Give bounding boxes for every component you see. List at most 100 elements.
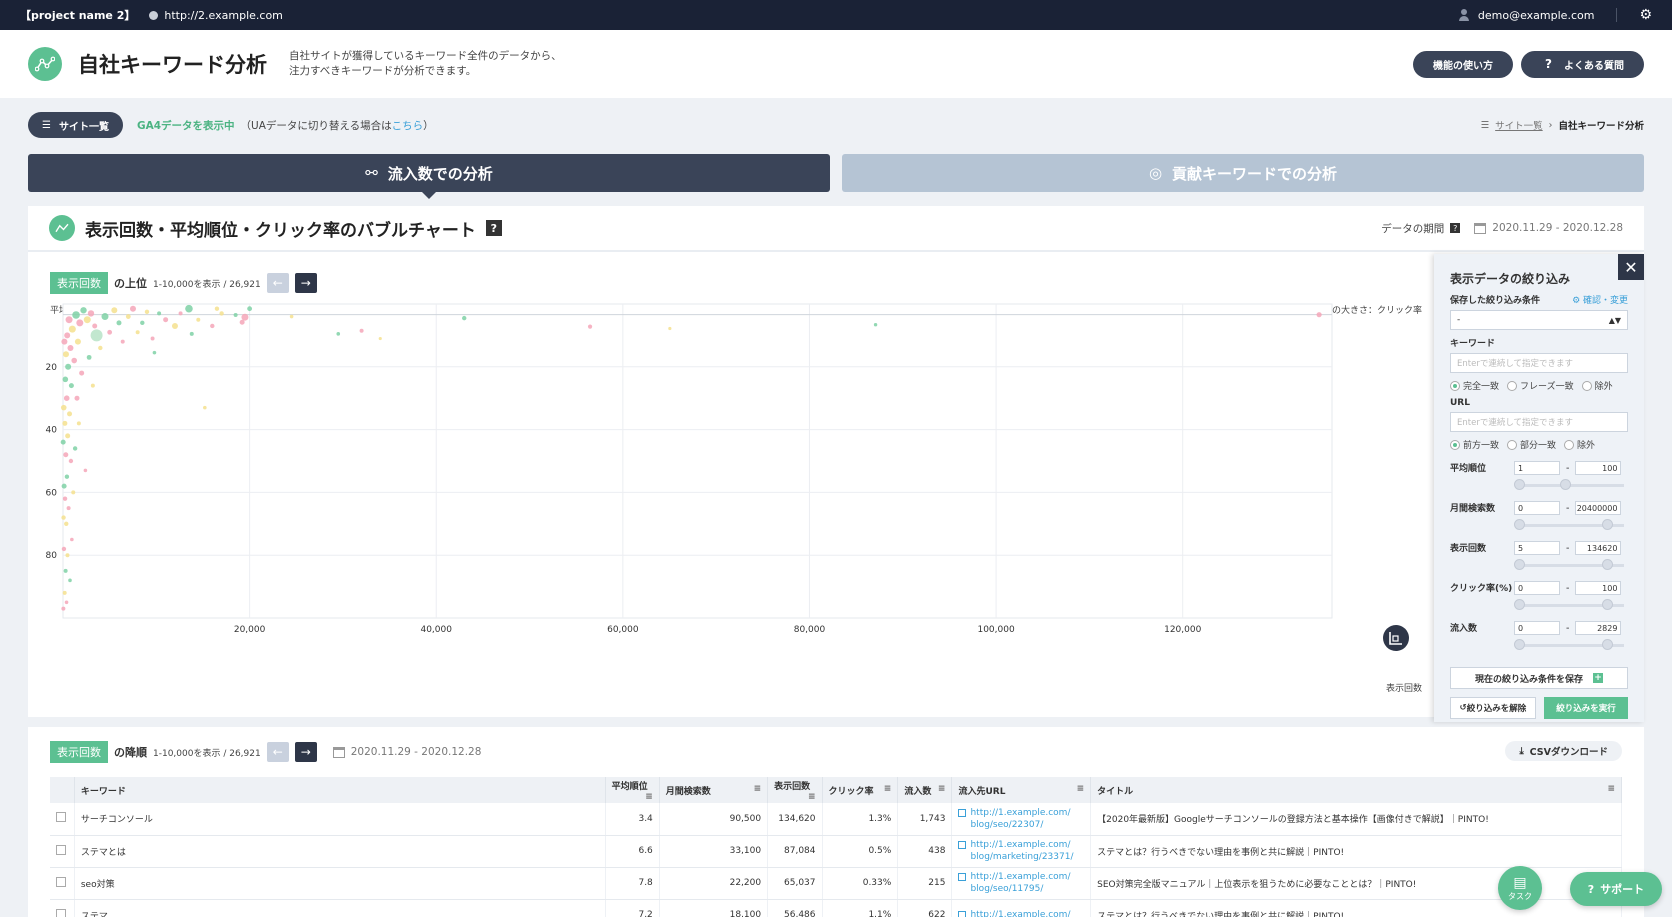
csv-download-button[interactable]: ⤓ CSVダウンロード: [1505, 741, 1622, 761]
data-point[interactable]: [144, 309, 150, 315]
slider-min-handle[interactable]: [1514, 599, 1525, 610]
data-point[interactable]: [196, 317, 201, 322]
data-point[interactable]: [178, 311, 183, 316]
data-point[interactable]: [63, 395, 70, 402]
radio-exclude[interactable]: 除外: [1581, 379, 1613, 392]
data-point[interactable]: [462, 315, 467, 321]
data-point[interactable]: [66, 506, 71, 511]
data-point[interactable]: [65, 433, 71, 439]
table-row[interactable]: ステマ 7.2 18,100 56,486 1.1% 622 http://1.exampl…: [50, 899, 1622, 917]
keyword-cell[interactable]: ステマ: [74, 899, 606, 917]
range-slider[interactable]: [1514, 519, 1628, 531]
data-point[interactable]: [64, 332, 71, 339]
slider-max-handle[interactable]: [1602, 559, 1613, 570]
data-point[interactable]: [140, 320, 145, 326]
data-point[interactable]: [247, 306, 253, 312]
prev-page-button[interactable]: ←: [266, 742, 289, 762]
data-point[interactable]: [233, 312, 238, 317]
column-header[interactable]: 表示回数 ≡: [767, 777, 823, 803]
data-point[interactable]: [171, 322, 178, 329]
data-point[interactable]: [60, 404, 67, 411]
column-header[interactable]: 平均順位 ≡: [605, 777, 660, 803]
slider-max-handle[interactable]: [1602, 639, 1613, 650]
data-point[interactable]: [72, 311, 80, 319]
range-slider[interactable]: [1514, 479, 1628, 491]
slider-max-handle[interactable]: [1602, 519, 1613, 530]
sort-metric-select[interactable]: 表示回数: [50, 741, 108, 763]
radio-prefix[interactable]: 前方一致: [1450, 438, 1499, 451]
data-point[interactable]: [185, 304, 193, 313]
data-point[interactable]: [61, 606, 66, 611]
row-checkbox[interactable]: [56, 876, 66, 887]
data-point[interactable]: [239, 319, 245, 325]
table-row[interactable]: ステマとは 6.6 33,100 87,084 0.5% 438 http://1.exam…: [50, 835, 1622, 868]
range-slider[interactable]: [1514, 639, 1628, 651]
gear-icon[interactable]: ⚙: [1639, 7, 1652, 23]
data-point[interactable]: [125, 314, 131, 319]
data-point[interactable]: [61, 483, 67, 489]
data-point[interactable]: [74, 338, 81, 345]
range-min-input[interactable]: 0: [1514, 621, 1560, 635]
data-point[interactable]: [79, 370, 85, 376]
keyword-input[interactable]: Enterで連続して指定できます: [1450, 353, 1628, 373]
apply-filter-button[interactable]: 絞り込みを実行: [1544, 697, 1628, 719]
data-point[interactable]: [68, 383, 74, 389]
data-point[interactable]: [76, 319, 84, 327]
next-page-button[interactable]: →: [294, 742, 317, 762]
keyword-cell[interactable]: ステマとは: [74, 835, 606, 868]
data-point[interactable]: [68, 578, 72, 583]
data-point[interactable]: [63, 568, 68, 573]
close-icon[interactable]: ✕: [1618, 254, 1644, 280]
data-point[interactable]: [67, 344, 74, 351]
save-filter-button[interactable]: 現在の絞り込み条件を保存 +: [1450, 667, 1628, 689]
data-point[interactable]: [92, 323, 98, 329]
data-point[interactable]: [62, 420, 68, 426]
range-max-input[interactable]: 134620: [1575, 541, 1622, 555]
slider-min-handle[interactable]: [1514, 479, 1525, 490]
data-point[interactable]: [62, 496, 68, 501]
range-max-input[interactable]: 20400000: [1575, 501, 1622, 515]
data-point[interactable]: [152, 350, 157, 355]
slider-max-handle[interactable]: [1602, 599, 1613, 610]
data-point[interactable]: [157, 311, 162, 316]
column-header[interactable]: タイトル ≡: [1090, 777, 1622, 803]
data-point[interactable]: [64, 521, 69, 526]
data-point[interactable]: [189, 331, 194, 336]
url-link[interactable]: http://1.example.com/blog/marketing/2337…: [970, 839, 1073, 863]
data-point[interactable]: [71, 357, 77, 364]
data-point[interactable]: [60, 439, 66, 445]
sort-icon[interactable]: ≡: [884, 784, 892, 794]
data-point[interactable]: [289, 314, 294, 319]
data-point[interactable]: [214, 306, 220, 311]
range-min-input[interactable]: 0: [1514, 501, 1560, 515]
data-point[interactable]: [101, 313, 109, 321]
data-point[interactable]: [587, 324, 593, 329]
data-point[interactable]: [90, 383, 95, 388]
data-point[interactable]: [90, 329, 103, 342]
saved-conditions-link[interactable]: ⚙ 確認・変更: [1572, 293, 1628, 306]
user-email[interactable]: demo@example.com: [1478, 9, 1595, 22]
data-point[interactable]: [80, 307, 87, 314]
data-point[interactable]: [83, 468, 88, 473]
data-point[interactable]: [135, 330, 140, 335]
sort-icon[interactable]: ≡: [1077, 784, 1085, 794]
url-input[interactable]: Enterで連続して指定できます: [1450, 412, 1628, 432]
data-point[interactable]: [163, 317, 169, 323]
data-point[interactable]: [61, 515, 66, 520]
data-point[interactable]: [76, 421, 81, 426]
row-checkbox[interactable]: [56, 908, 66, 917]
url-link[interactable]: http://1.example.com/blog/seo/22307/: [970, 807, 1070, 831]
column-header[interactable]: クリック率 ≡: [822, 777, 899, 803]
radio-url-exclude[interactable]: 除外: [1564, 438, 1595, 451]
data-point[interactable]: [336, 332, 341, 336]
data-point[interactable]: [241, 313, 249, 321]
faq-button[interactable]: ? よくある質問: [1521, 50, 1644, 78]
data-point[interactable]: [107, 329, 113, 335]
table-row[interactable]: seo対策 7.8 22,200 65,037 0.33% 215 http://1.exa…: [50, 867, 1622, 900]
data-point[interactable]: [61, 546, 67, 552]
range-min-input[interactable]: 5: [1514, 541, 1560, 555]
data-point[interactable]: [67, 411, 73, 417]
data-point[interactable]: [68, 458, 74, 464]
radio-exact[interactable]: 完全一致: [1450, 379, 1499, 392]
range-max-input[interactable]: 100: [1575, 461, 1622, 475]
